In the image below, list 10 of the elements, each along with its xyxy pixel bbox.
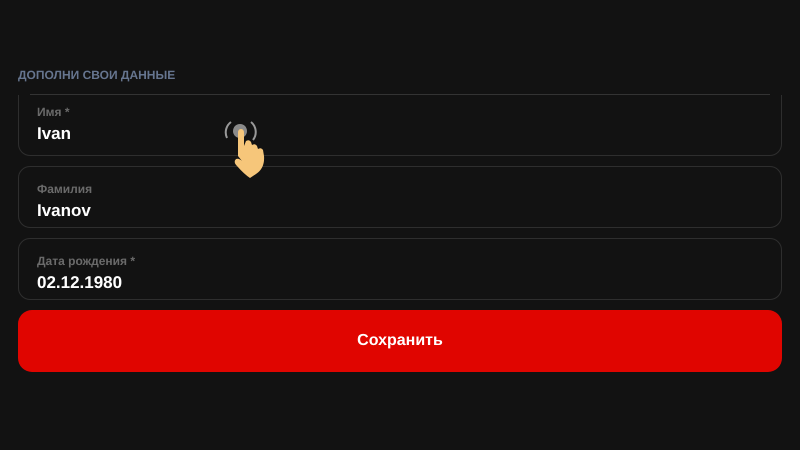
field-label: Имя * <box>37 104 71 120</box>
field-value: Ivanov <box>37 200 92 222</box>
field-label: Фамилия <box>37 181 94 197</box>
field-value: 02.12.1980 <box>37 272 124 294</box>
save-button[interactable]: Сохранить <box>18 310 782 372</box>
text-field[interactable]: Фамилия Ivanov <box>18 166 782 228</box>
field-value: Ivan <box>37 123 72 145</box>
text-field[interactable]: Дата рождения * 02.12.1980 <box>18 238 782 300</box>
section-title: ДОПОЛНИ СВОИ ДАННЫЕ <box>18 67 176 84</box>
field-label: Дата рождения * <box>37 253 136 269</box>
